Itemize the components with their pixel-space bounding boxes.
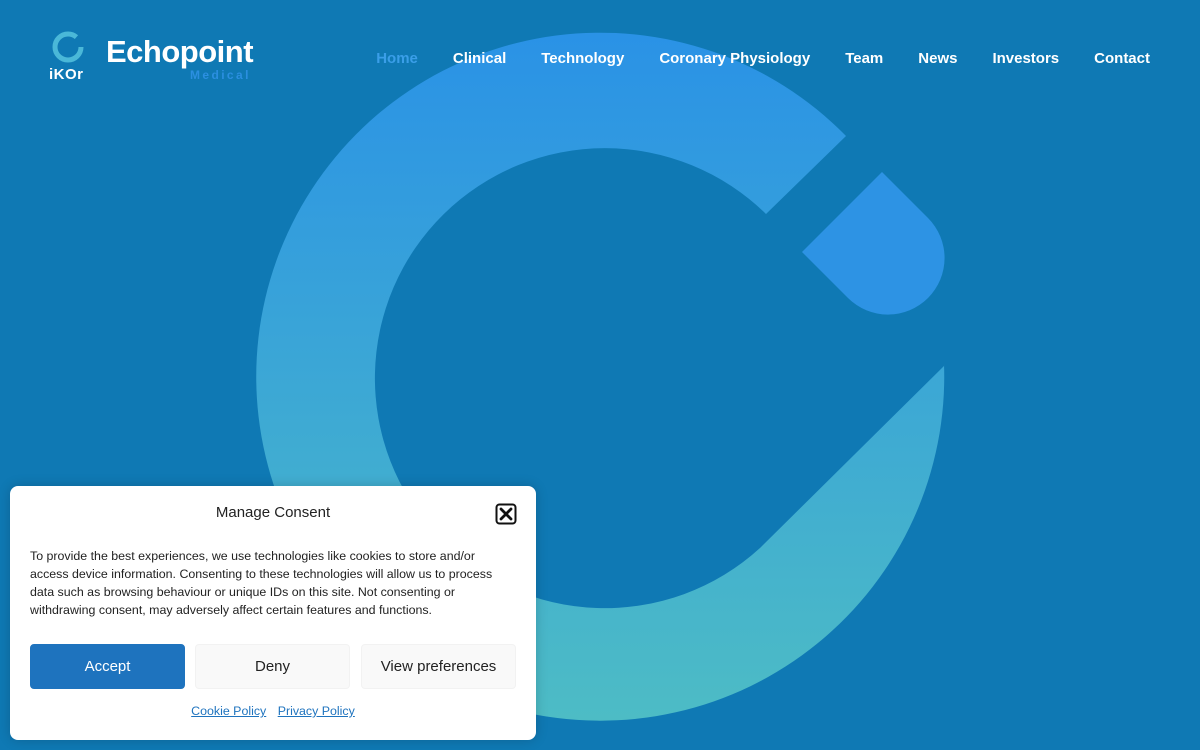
nav-item-clinical[interactable]: Clinical xyxy=(453,48,506,70)
nav-item-news[interactable]: News xyxy=(918,48,957,70)
privacy-policy-link[interactable]: Privacy Policy xyxy=(278,704,355,718)
accept-button[interactable]: Accept xyxy=(30,644,185,689)
main-nav: Home Clinical Technology Coronary Physio… xyxy=(376,48,1150,70)
ikor-logo-text: iKOr xyxy=(49,66,84,83)
close-button[interactable] xyxy=(495,503,517,525)
nav-item-home[interactable]: Home xyxy=(376,48,418,70)
ikor-logo[interactable]: iKOr xyxy=(48,30,88,84)
nav-item-team[interactable]: Team xyxy=(845,48,883,70)
deny-button[interactable]: Deny xyxy=(195,644,350,689)
consent-dialog: Manage Consent To provide the best exper… xyxy=(10,486,536,740)
nav-item-contact[interactable]: Contact xyxy=(1094,48,1150,70)
medical-logo-text: Medical xyxy=(190,68,251,82)
consent-links: Cookie Policy Privacy Policy xyxy=(10,704,536,718)
nav-item-technology[interactable]: Technology xyxy=(541,48,624,70)
nav-item-investors[interactable]: Investors xyxy=(992,48,1059,70)
nav-item-coronary-physiology[interactable]: Coronary Physiology xyxy=(659,48,810,70)
cookie-policy-link[interactable]: Cookie Policy xyxy=(191,704,266,718)
hero-c-dot xyxy=(802,172,945,315)
close-icon xyxy=(495,503,517,525)
site-header: iKOr Echopoint Medical Home Clinical Tec… xyxy=(0,0,1200,120)
echopoint-logo-text: Echopoint xyxy=(106,34,254,69)
ikor-ring-icon xyxy=(52,31,84,63)
view-preferences-button[interactable]: View preferences xyxy=(361,644,516,689)
consent-title: Manage Consent xyxy=(215,504,331,521)
consent-message: To provide the best experiences, we use … xyxy=(30,549,493,617)
